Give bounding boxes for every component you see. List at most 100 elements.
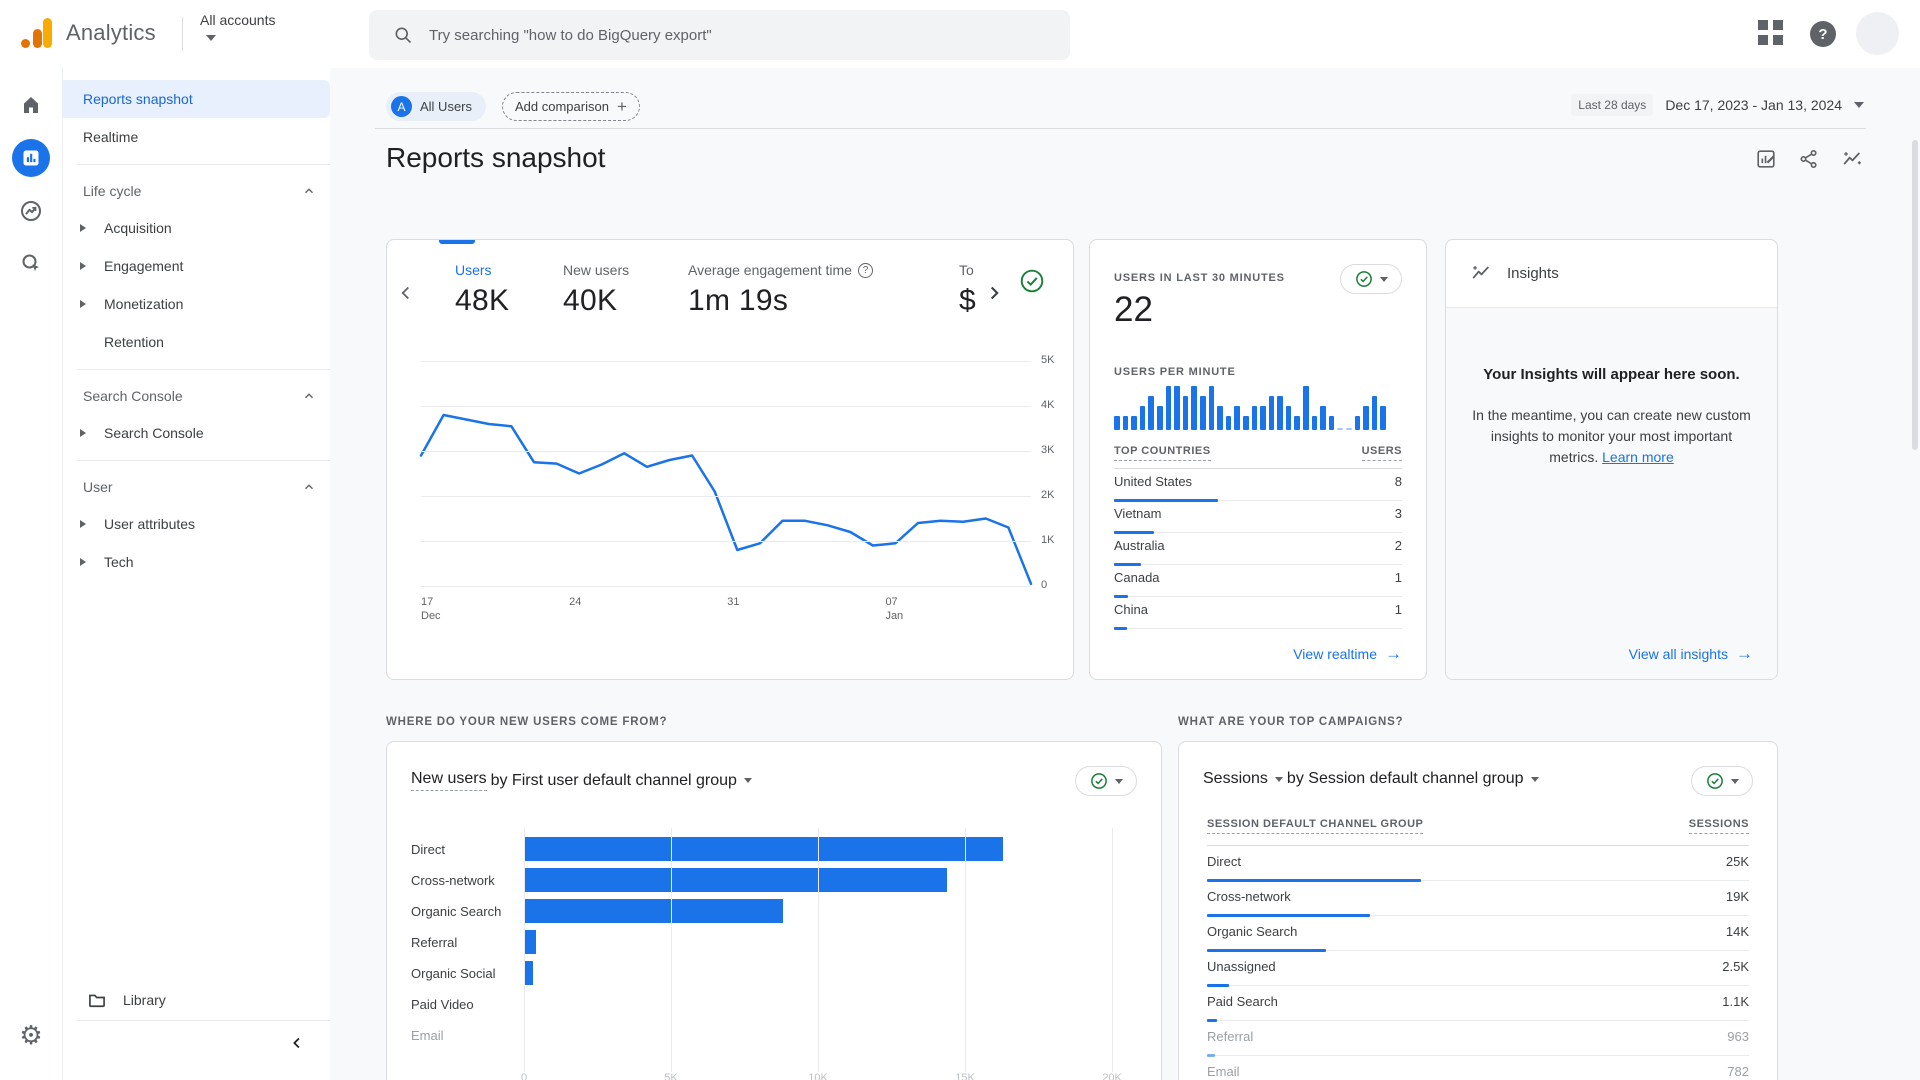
advertising-nav-button[interactable] [12,244,50,282]
sidebar-item-search-console[interactable]: Search Console [63,414,330,452]
column-header-sessions[interactable]: SESSIONS [1689,818,1749,834]
country-row[interactable]: Vietnam3 [1114,501,1402,533]
metric-tab-new-users[interactable]: New users 40K [563,262,629,318]
sidebar-item-realtime[interactable]: Realtime [63,118,330,156]
sidebar-item-monetization[interactable]: Monetization [63,285,330,323]
country-row[interactable]: United States8 [1114,469,1402,501]
session-row[interactable]: Cross-network19K [1207,881,1749,916]
avatar[interactable] [1856,12,1899,55]
channel-row[interactable]: Organic Social [387,958,1137,989]
collapse-sidebar-button[interactable] [288,1034,306,1057]
chevron-up-icon[interactable] [302,480,316,494]
section-life-cycle[interactable]: Life cycle [63,173,330,209]
column-header-channel-group[interactable]: SESSION DEFAULT CHANNEL GROUP [1207,818,1423,834]
account-switcher[interactable]: All accounts [200,12,275,46]
sidebar-item-engagement[interactable]: Engagement [63,247,330,285]
chevron-up-icon[interactable] [302,389,316,403]
comparison-chip-all-users[interactable]: A All Users [386,92,486,121]
sidebar-item-label: Retention [104,334,164,350]
chevron-down-icon[interactable] [1275,777,1283,782]
chevron-down-icon[interactable] [1531,777,1539,782]
help-icon[interactable]: ? [858,263,873,278]
check-circle-icon [1355,270,1373,288]
sidebar-item-retention[interactable]: Retention [63,323,330,361]
session-row[interactable]: Organic Search14K [1207,916,1749,951]
metrics-overview-card: Users 48K New users 40K Average engageme… [386,239,1074,680]
help-icon[interactable]: ? [1810,21,1836,47]
date-range-picker[interactable]: Last 28 days Dec 17, 2023 - Jan 13, 2024 [1571,94,1864,116]
view-realtime-link[interactable]: View realtime→ [1293,645,1402,662]
comparison-chip-label: All Users [420,99,472,114]
learn-more-link[interactable]: Learn more [1602,449,1674,465]
expand-arrow-icon[interactable] [80,429,86,437]
country-row[interactable]: Canada1 [1114,565,1402,597]
main-content: A All Users Add comparison + Last 28 day… [330,68,1920,1080]
session-row[interactable]: Email782 [1207,1056,1749,1080]
metric-value: 1m 19s [688,284,873,318]
chevron-up-icon[interactable] [302,184,316,198]
expand-arrow-icon[interactable] [80,558,86,566]
minute-bar [1166,386,1172,430]
customize-report-button[interactable] [1755,148,1777,170]
link-label: View all insights [1629,646,1728,662]
channel-row[interactable]: Cross-network [387,865,1137,896]
metric-tab-users[interactable]: Users 48K [455,262,509,318]
metric-tab-avg-engagement-time[interactable]: Average engagement time? 1m 19s [688,262,873,318]
expand-arrow-icon[interactable] [80,224,86,232]
carousel-prev-button[interactable] [395,282,417,309]
sidebar-item-tech[interactable]: Tech [63,543,330,581]
session-row[interactable]: Direct25K [1207,846,1749,881]
sidebar-item-acquisition[interactable]: Acquisition [63,209,330,247]
gridline [421,451,1031,452]
session-row[interactable]: Referral963 [1207,1021,1749,1056]
data-quality-badge[interactable] [1019,268,1045,299]
expand-arrow-icon[interactable] [80,262,86,270]
header-divider [182,17,183,51]
session-row[interactable]: Paid Search1.1K [1207,986,1749,1021]
search-bar[interactable] [369,10,1070,60]
channel-row[interactable]: Organic Search [387,896,1137,927]
data-quality-dropdown[interactable] [1075,766,1137,796]
expand-arrow-icon[interactable] [80,520,86,528]
explore-nav-button[interactable] [12,192,50,230]
insights-button[interactable] [1841,148,1863,170]
country-row[interactable]: Australia2 [1114,533,1402,565]
share-button[interactable] [1798,148,1820,170]
chevron-right-icon [983,282,1005,304]
carousel-next-button[interactable] [983,282,1005,309]
sidebar-item-library[interactable]: Library [63,980,331,1020]
reports-nav-button[interactable] [12,139,50,177]
expand-arrow-icon[interactable] [80,300,86,308]
gridline [818,828,819,1072]
add-comparison-button[interactable]: Add comparison + [502,92,640,121]
column-header-users[interactable]: USERS [1362,445,1402,461]
data-quality-dropdown[interactable] [1691,766,1753,796]
session-row[interactable]: Unassigned2.5K [1207,951,1749,986]
analytics-logo[interactable]: Analytics [18,14,156,52]
channel-row[interactable]: Referral [387,927,1137,958]
sidebar-item-user-attributes[interactable]: User attributes [63,505,330,543]
google-apps-grid-icon[interactable] [1758,20,1786,48]
scrollbar-thumb[interactable] [1912,140,1918,450]
section-user[interactable]: User [63,469,330,505]
chevron-down-icon[interactable] [744,778,752,783]
country-row[interactable]: China1 [1114,597,1402,629]
reports-sidebar: Reports snapshot Realtime Life cycle Acq… [62,68,330,1080]
channel-row[interactable]: Paid Video [387,989,1137,1020]
metric-tab-total-revenue-partial[interactable]: To $ [959,262,976,318]
channel-row[interactable]: Direct [387,834,1137,865]
channel-row[interactable]: Email [387,1020,1137,1051]
column-header-top-countries[interactable]: TOP COUNTRIES [1114,445,1211,461]
channel-name: Referral [1207,1029,1253,1044]
gridline [524,828,525,1072]
sidebar-item-reports-snapshot[interactable]: Reports snapshot [63,80,330,118]
admin-nav-button[interactable]: ⚙ [12,1016,50,1054]
metric-selector[interactable]: New users [411,770,487,791]
view-all-insights-link[interactable]: View all insights→ [1629,645,1753,662]
data-quality-dropdown[interactable] [1340,264,1402,294]
section-search-console[interactable]: Search Console [63,378,330,414]
search-input[interactable] [429,27,1029,44]
home-nav-button[interactable] [12,86,50,124]
metric-selector[interactable]: Sessions [1203,770,1268,788]
chevron-down-icon [1380,277,1388,282]
